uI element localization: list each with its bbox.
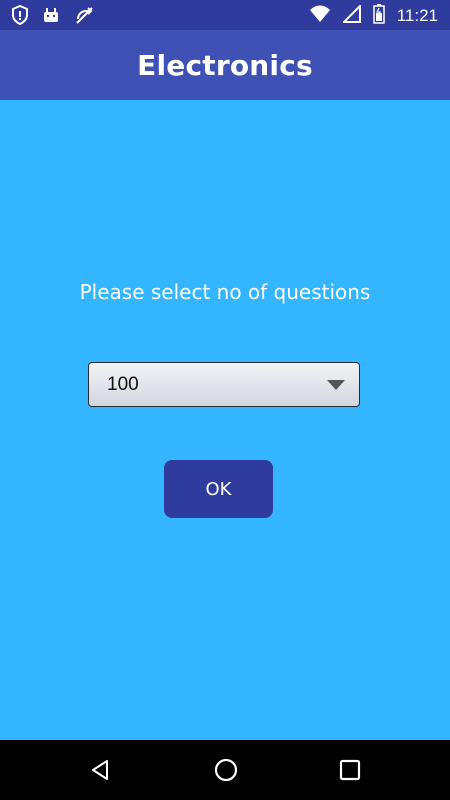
battery-icon: [372, 4, 385, 28]
navigation-bar: [0, 740, 450, 800]
home-icon[interactable]: [213, 757, 239, 787]
chevron-down-icon: [327, 380, 345, 390]
status-time: 11:21: [396, 6, 438, 25]
page-title: Electronics: [137, 48, 313, 82]
app-bar: Electronics: [0, 30, 450, 100]
signal-icon: [341, 3, 361, 27]
ok-button-label: OK: [205, 478, 232, 500]
ok-button[interactable]: OK: [164, 460, 273, 518]
wifi-icon: [309, 5, 331, 27]
question-count-prompt: Please select no of questions: [79, 280, 371, 304]
back-icon[interactable]: [88, 758, 112, 786]
select-value: 100: [107, 374, 139, 395]
android-icon: [42, 6, 60, 28]
no-sync-icon: [74, 5, 94, 29]
recents-icon[interactable]: [339, 759, 361, 785]
question-count-select[interactable]: 100: [88, 362, 360, 407]
shield-icon: [12, 4, 28, 29]
status-bar: 11:21: [0, 0, 450, 30]
